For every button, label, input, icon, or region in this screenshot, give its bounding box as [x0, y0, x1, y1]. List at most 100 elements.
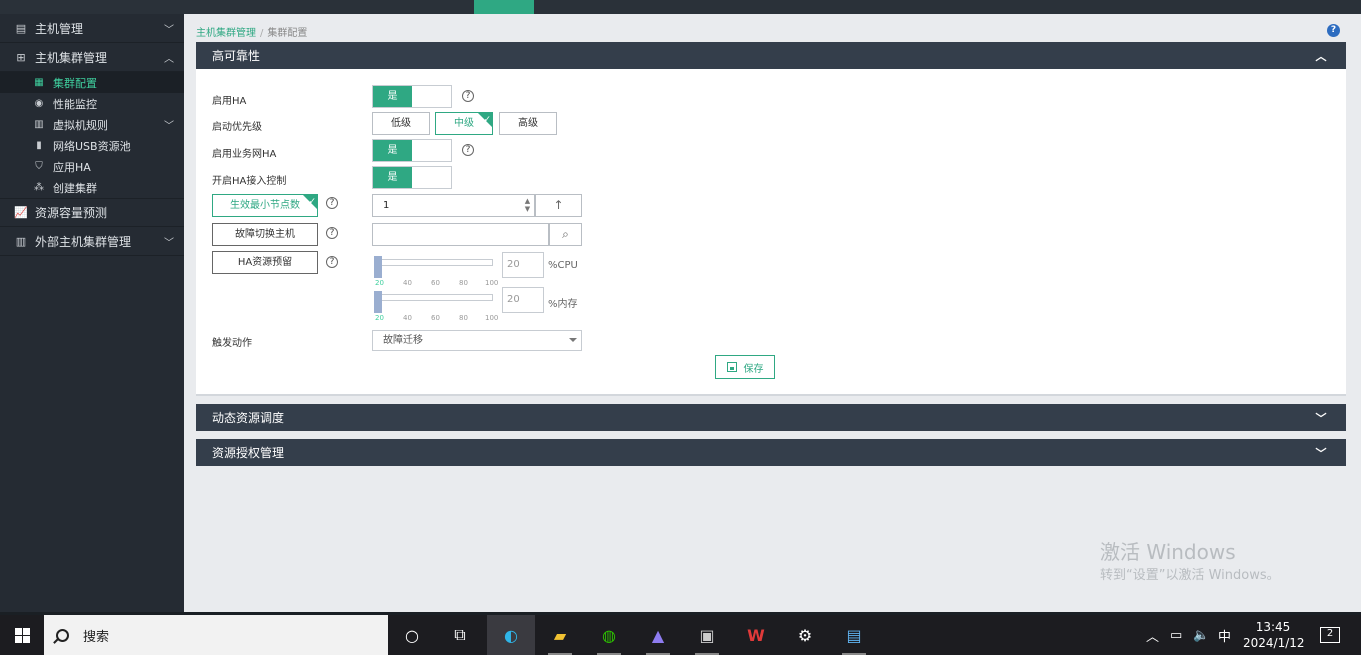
top-nav-active-tab[interactable] — [474, 0, 534, 18]
wps-icon[interactable]: W — [732, 615, 780, 655]
sidebar-group-external-cluster[interactable]: ▥ 外部主机集群管理 ﹀ — [0, 227, 184, 256]
failover-host-button[interactable]: 故障切换主机 — [212, 223, 318, 246]
breadcrumb-separator: / — [260, 28, 264, 39]
arrow-up-icon[interactable]: ↑ — [535, 194, 582, 217]
sidebar-group-label: 外部主机集群管理 — [35, 234, 132, 249]
panel-header-ha[interactable]: 高可靠性 ︿ — [196, 42, 1346, 69]
business-ha-toggle[interactable]: 是 — [372, 139, 452, 162]
help-icon[interactable]: ? — [1327, 24, 1340, 37]
cortana-icon[interactable]: ○ — [388, 615, 436, 655]
chevron-down-icon: ﹀ — [1315, 411, 1327, 425]
remote-desktop-icon[interactable]: ▤ — [830, 615, 878, 655]
priority-medium-label: 中级 — [454, 118, 474, 129]
slider-tick: 40 — [403, 314, 412, 322]
caret-down-icon — [569, 338, 577, 342]
chevron-up-icon: ︿ — [164, 53, 174, 65]
panel-title: 高可靠性 — [212, 49, 261, 63]
help-icon[interactable]: ? — [326, 197, 338, 209]
priority-low-option[interactable]: 低级 — [372, 112, 430, 135]
notification-center-icon[interactable]: 2 — [1320, 627, 1340, 643]
cpu-unit-label: %CPU — [548, 260, 578, 271]
app-mountain-icon[interactable]: ▲ — [634, 615, 682, 655]
priority-high-option[interactable]: 高级 — [499, 112, 557, 135]
search-icon[interactable]: ⌕ — [549, 223, 582, 246]
slider-tick: 80 — [459, 279, 468, 287]
trigger-action-value: 故障迁移 — [383, 335, 423, 346]
ha-reserve-button[interactable]: HA资源预留 — [212, 251, 318, 274]
toggle-on-label: 是 — [373, 140, 412, 161]
shield-icon: ⛉ — [35, 161, 43, 172]
sidebar-group-capacity-forecast[interactable]: 📈 资源容量预测 — [0, 198, 184, 227]
slider-tick: 100 — [485, 279, 499, 287]
terminal-icon[interactable]: ▣ — [683, 615, 731, 655]
spinner-arrows-icon[interactable]: ▲ ▼ — [523, 197, 532, 213]
chevron-down-icon: ﹀ — [164, 24, 174, 36]
monitor-icon: ◉ — [34, 98, 44, 109]
cpu-reserve-input[interactable]: 20 — [502, 252, 544, 278]
cpu-slider-thumb[interactable] — [374, 256, 382, 278]
panel-header-drs[interactable]: 动态资源调度 ﹀ — [196, 404, 1346, 431]
toggle-on-label: 是 — [373, 167, 412, 188]
mem-reserve-input[interactable]: 20 — [502, 287, 544, 313]
sidebar-item-cluster-config[interactable]: ▦ 集群配置 — [0, 72, 184, 93]
clock-time: 13:45 — [1255, 620, 1291, 634]
sidebar-group-host-management[interactable]: ▤ 主机管理 ﹀ — [0, 14, 184, 43]
file-explorer-icon[interactable]: ▰ — [536, 615, 584, 655]
sidebar-group-cluster-management[interactable]: ⊞ 主机集群管理 ︿ — [0, 43, 184, 72]
volume-icon[interactable]: 🔈 — [1193, 615, 1209, 655]
admission-control-toggle[interactable]: 是 — [372, 166, 452, 189]
help-icon[interactable]: ? — [462, 90, 474, 102]
panel-header-auth[interactable]: 资源授权管理 ﹀ — [196, 439, 1346, 466]
ime-indicator[interactable]: 中 — [1218, 615, 1231, 655]
min-nodes-input[interactable]: 1 ▲ ▼ — [372, 194, 535, 217]
save-label: 保存 — [743, 363, 764, 375]
min-nodes-button[interactable]: 生效最小节点数 ✓ — [212, 194, 318, 217]
help-icon[interactable]: ? — [326, 227, 338, 239]
sidebar-item-vm-rules[interactable]: ▥ 虚拟机规则 ﹀ — [0, 114, 184, 135]
windows-icon — [14, 627, 30, 643]
sidebar-item-label: 网络USB资源池 — [53, 139, 131, 153]
trigger-action-select[interactable]: 故障迁移 — [372, 330, 582, 351]
bars-icon: ▥ — [15, 234, 27, 248]
failover-host-input[interactable] — [372, 223, 549, 246]
chevron-up-icon[interactable]: ︿ — [1146, 615, 1159, 655]
cluster-icon: ⊞ — [16, 50, 26, 64]
settings-gear-icon[interactable]: ⚙ — [781, 615, 829, 655]
task-view-icon[interactable]: ⧉ — [436, 615, 484, 655]
help-icon[interactable]: ? — [326, 256, 338, 268]
sidebar-item-usb-pool[interactable]: ▮ 网络USB资源池 — [0, 135, 184, 156]
sidebar-item-label: 虚拟机规则 — [53, 118, 108, 132]
slider-tick: 20 — [375, 279, 384, 287]
slider-tick: 40 — [403, 279, 412, 287]
battery-icon[interactable]: ▭ — [1170, 615, 1182, 655]
breadcrumb-link[interactable]: 主机集群管理 — [196, 28, 256, 39]
business-ha-label: 启用业务网HA — [212, 149, 277, 160]
mem-slider-track[interactable] — [374, 294, 493, 301]
server-icon: ▤ — [15, 21, 27, 35]
usb-icon: ▮ — [36, 140, 42, 151]
slider-tick: 60 — [431, 314, 440, 322]
taskbar-search-label: 搜索 — [83, 629, 110, 645]
start-button[interactable] — [0, 615, 44, 655]
enable-ha-label: 启用HA — [212, 96, 247, 107]
sidebar-item-app-ha[interactable]: ⛉ 应用HA — [0, 156, 184, 177]
check-icon: ✓ — [308, 197, 316, 207]
rules-icon: ▥ — [34, 119, 44, 130]
edge-icon[interactable]: ◐ — [487, 615, 535, 655]
trigger-action-label: 触发动作 — [212, 338, 252, 349]
cpu-slider-track[interactable] — [374, 259, 493, 266]
chevron-down-icon: ﹀ — [164, 237, 174, 249]
check-icon: ✓ — [483, 115, 491, 125]
taskbar-clock[interactable]: 13:45 2024/1/12 — [1243, 619, 1305, 651]
help-icon[interactable]: ? — [462, 144, 474, 156]
sidebar-item-performance[interactable]: ◉ 性能监控 — [0, 93, 184, 114]
breadcrumb: 主机集群管理 / 集群配置 — [196, 24, 307, 39]
priority-medium-option[interactable]: 中级 ✓ — [435, 112, 493, 135]
wechat-icon[interactable]: ◍ — [585, 615, 633, 655]
mem-slider-thumb[interactable] — [374, 291, 382, 313]
enable-ha-toggle[interactable]: 是 — [372, 85, 452, 108]
taskbar-search-box[interactable]: 搜索 — [44, 615, 388, 655]
save-button[interactable]: 保存 — [715, 355, 775, 379]
sidebar-item-create-cluster[interactable]: ⁂ 创建集群 — [0, 177, 184, 198]
cluster-config-icon: ▦ — [34, 77, 44, 88]
